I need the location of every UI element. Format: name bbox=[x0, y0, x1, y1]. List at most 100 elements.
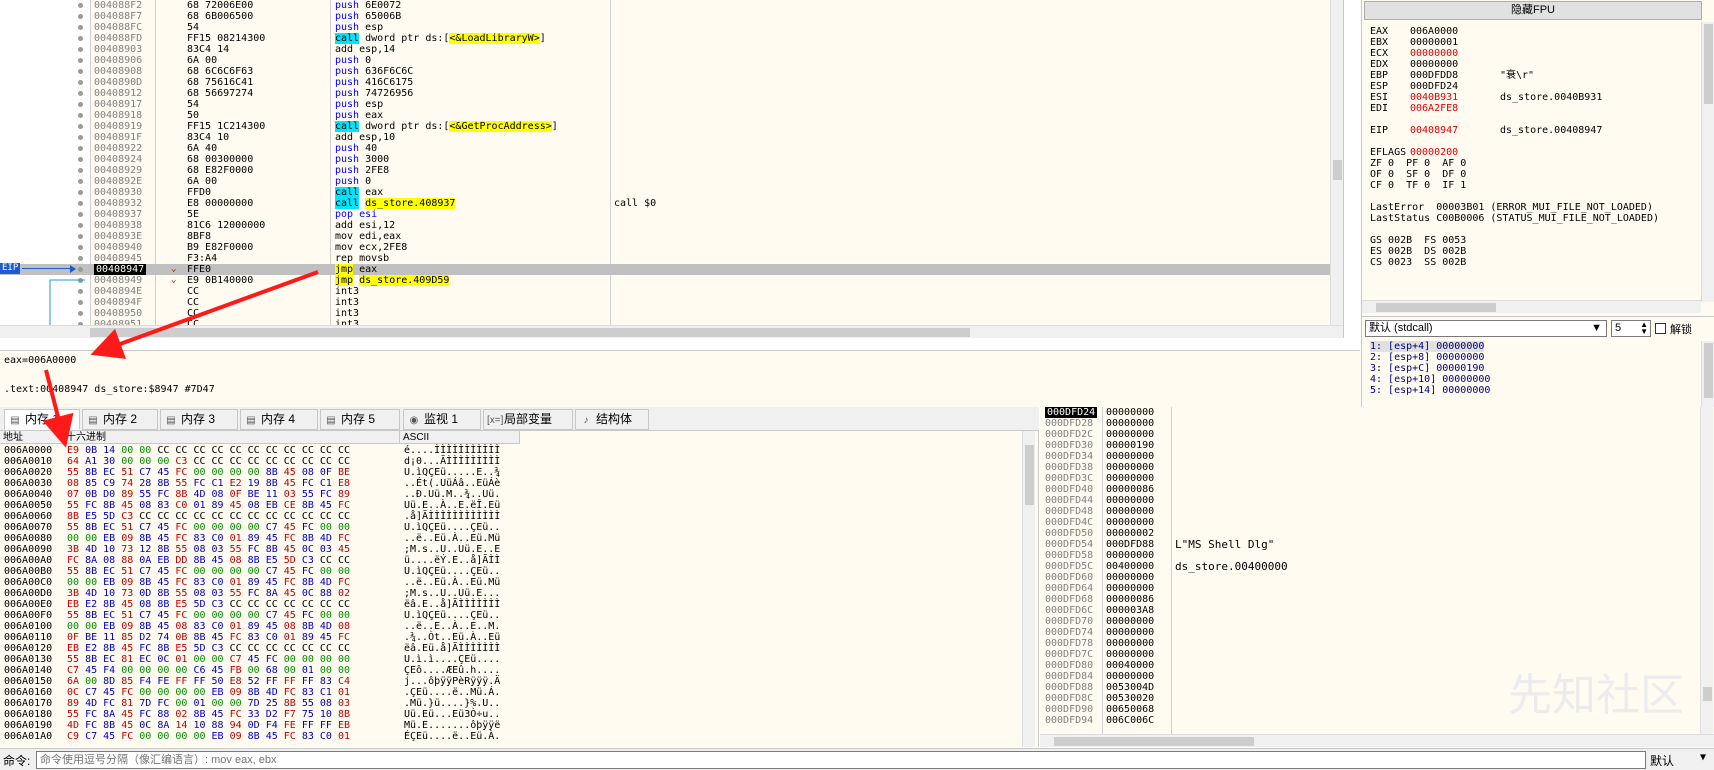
tab-内存-1[interactable]: ▤ 内存 1 bbox=[4, 409, 80, 430]
argument-row[interactable]: 3: [esp+C] 00000190 bbox=[1370, 363, 1484, 374]
disasm-line[interactable]: 0040892E 6A 00 push 0 bbox=[0, 176, 1343, 187]
chevron-down-icon[interactable]: ▼ bbox=[1700, 752, 1706, 763]
breakpoint-dot[interactable] bbox=[78, 234, 83, 239]
disasm-line[interactable]: 00408908 68 6C6C6F63 push 636F6C6C bbox=[0, 66, 1343, 77]
breakpoint-dot[interactable] bbox=[78, 80, 83, 85]
disassembly-view[interactable]: 004088F2 68 72006E00 push 6E0072 004088F7 68… bbox=[0, 0, 1344, 338]
col-header-hex[interactable]: 十六进制 bbox=[63, 431, 400, 444]
breakpoint-dot[interactable] bbox=[78, 25, 83, 30]
dump-vscrollbar[interactable] bbox=[1022, 431, 1035, 747]
stack-vscrollbar[interactable] bbox=[1700, 407, 1713, 734]
stack-comment: ds_store.00400000 bbox=[1175, 560, 1288, 573]
tab-内存-3[interactable]: ▤ 内存 3 bbox=[160, 409, 238, 430]
arg-count-spinner[interactable]: 5 ▲ ▼ bbox=[1611, 320, 1651, 337]
stack-address: 000DFD44 bbox=[1045, 495, 1094, 506]
disasm-line[interactable]: 00408947 ⌄ FFE0 jmp eax bbox=[0, 264, 1343, 275]
command-input[interactable] bbox=[36, 751, 1646, 769]
disasm-line[interactable]: 004088FD FF15 08214300 call dword ptr ds:[… bbox=[0, 33, 1343, 44]
command-mode-select[interactable]: 默认 bbox=[1650, 752, 1674, 769]
disasm-line[interactable]: 0040891F 83C4 10 add esp,10 bbox=[0, 132, 1343, 143]
breakpoint-dot[interactable] bbox=[78, 135, 83, 140]
disasm-instruction: push 2FE8 bbox=[335, 165, 390, 176]
regs-hscrollbar[interactable] bbox=[1362, 300, 1701, 313]
tab-内存-5[interactable]: ▤ 内存 5 bbox=[320, 409, 400, 430]
breakpoint-dot[interactable] bbox=[78, 113, 83, 118]
breakpoint-dot[interactable] bbox=[78, 102, 83, 107]
disasm-line[interactable]: 00408940 B9 E82F0000 mov ecx,2FE8 bbox=[0, 242, 1343, 253]
stack-view[interactable]: 000DFD24 00000000 000DFD28 00000000 000DFD2C… bbox=[1040, 407, 1714, 747]
disasm-line[interactable]: 00408929 68 E82F0000 push 2FE8 bbox=[0, 165, 1343, 176]
argument-row[interactable]: 4: [esp+10] 00000000 bbox=[1370, 374, 1490, 385]
disasm-line[interactable]: 0040890D 68 75616C41 push 416C6175 bbox=[0, 77, 1343, 88]
breakpoint-dot[interactable] bbox=[78, 91, 83, 96]
col-header-ascii[interactable]: ASCII bbox=[400, 431, 520, 444]
registers-panel[interactable]: 隐藏FPU EAX 006A0000 EBX 00000001 ECX 00000000 E… bbox=[1361, 0, 1714, 316]
disasm-bytes: 81C6 12000000 bbox=[187, 220, 266, 231]
breakpoint-dot[interactable] bbox=[78, 47, 83, 52]
breakpoint-dot[interactable] bbox=[78, 58, 83, 63]
breakpoint-dot[interactable] bbox=[78, 245, 83, 250]
breakpoint-dot[interactable] bbox=[78, 212, 83, 217]
disasm-bytes: 83C4 14 bbox=[187, 44, 230, 55]
breakpoint-dot[interactable] bbox=[78, 3, 83, 8]
tab-监视-1[interactable]: ◉ 监视 1 bbox=[403, 409, 481, 430]
col-header-address[interactable]: 地址 bbox=[0, 431, 63, 444]
disasm-line[interactable]: 004088F7 68 6B006500 push 65006B bbox=[0, 11, 1343, 22]
breakpoint-dot[interactable] bbox=[78, 201, 83, 206]
tab-局部变量[interactable]: [x=]局部变量 bbox=[483, 409, 573, 430]
breakpoint-dot[interactable] bbox=[78, 267, 83, 272]
flags-row[interactable]: CF 0 TF 0 IF 1 bbox=[1370, 180, 1466, 192]
disasm-line[interactable]: 00408919 FF15 1C214300 call dword ptr ds:[… bbox=[0, 121, 1343, 132]
last-error-row: LastStatus C00B0006 (STATUS_MUI_FILE_NOT… bbox=[1370, 213, 1659, 224]
disasm-line[interactable]: 00408949 ⌄ E9 0B140000 jmp ds_store.409D59 bbox=[0, 275, 1343, 286]
calling-convention-value: 默认 (stdcall) bbox=[1369, 322, 1433, 334]
tab-icon: ▤ bbox=[246, 415, 256, 426]
breakpoint-dot[interactable] bbox=[78, 69, 83, 74]
stack-hscrollbar[interactable] bbox=[1040, 734, 1714, 747]
disasm-vscrollbar[interactable] bbox=[1330, 0, 1343, 325]
breakpoint-dot[interactable] bbox=[78, 36, 83, 41]
breakpoint-dot[interactable] bbox=[78, 256, 83, 261]
stack-address: 000DFD60 bbox=[1045, 572, 1094, 583]
disasm-line[interactable]: 00408918 50 push eax bbox=[0, 110, 1343, 121]
hide-fpu-button[interactable]: 隐藏FPU bbox=[1364, 1, 1702, 20]
disasm-line[interactable]: 00408906 6A 00 push 0 bbox=[0, 55, 1343, 66]
disasm-line[interactable]: 00408930 FFD0 call eax bbox=[0, 187, 1343, 198]
breakpoint-dot[interactable] bbox=[78, 146, 83, 151]
argument-row[interactable]: 1: [esp+4] 00000000 bbox=[1370, 341, 1485, 352]
disasm-line[interactable]: 00408937 5E pop esi bbox=[0, 209, 1343, 220]
calling-convention-select[interactable]: 默认 (stdcall) ▼ bbox=[1365, 320, 1607, 337]
argument-row[interactable]: 2: [esp+8] 00000000 bbox=[1370, 352, 1484, 363]
args-vscrollbar[interactable] bbox=[1701, 341, 1714, 407]
tab-内存-4[interactable]: ▤ 内存 4 bbox=[240, 409, 318, 430]
breakpoint-dot[interactable] bbox=[78, 157, 83, 162]
disasm-line[interactable]: 0040893E 8BF8 mov edi,eax bbox=[0, 231, 1343, 242]
disasm-line[interactable]: 004088FC 54 push esp bbox=[0, 22, 1343, 33]
disasm-line[interactable]: 00408922 6A 40 push 40 bbox=[0, 143, 1343, 154]
disasm-line[interactable]: 00408938 81C6 12000000 add esi,12 bbox=[0, 220, 1343, 231]
disasm-line[interactable]: 00408924 68 00300000 push 3000 bbox=[0, 154, 1343, 165]
regs-vscrollbar[interactable] bbox=[1701, 22, 1714, 302]
breakpoint-dot[interactable] bbox=[78, 223, 83, 228]
breakpoint-dot[interactable] bbox=[78, 124, 83, 129]
argument-row[interactable]: 5: [esp+14] 00000000 bbox=[1370, 385, 1490, 396]
tab-结构体[interactable]: ♪ 结构体 bbox=[575, 409, 649, 430]
disasm-line[interactable]: 004088F2 68 72006E00 push 6E0072 bbox=[0, 0, 1343, 11]
disasm-line[interactable]: 00408932 E8 00000000 call ds_store.408937 c… bbox=[0, 198, 1343, 209]
tab-内存-2[interactable]: ▤ 内存 2 bbox=[82, 409, 158, 430]
breakpoint-dot[interactable] bbox=[78, 168, 83, 173]
disasm-line[interactable]: 00408945 F3:A4 rep movsb bbox=[0, 253, 1343, 264]
dump-ascii: Uü.E..À..E.ëÎ.Eü bbox=[404, 500, 501, 511]
unlock-checkbox[interactable] bbox=[1655, 323, 1666, 334]
disasm-line[interactable]: 0040894E CC int3 bbox=[0, 286, 1343, 297]
disasm-line[interactable]: 00408903 83C4 14 add esp,14 bbox=[0, 44, 1343, 55]
disasm-line[interactable]: 00408912 68 56697274 push 74726956 bbox=[0, 88, 1343, 99]
memory-dump-view[interactable]: 地址 十六进制 ASCII 006A0000 E9 0B 14 00 00 CC … bbox=[0, 431, 1039, 747]
disasm-line[interactable]: 00408950 CC int3 bbox=[0, 308, 1343, 319]
breakpoint-dot[interactable] bbox=[78, 14, 83, 19]
breakpoint-dot[interactable] bbox=[78, 179, 83, 184]
disasm-line[interactable]: 0040894F CC int3 bbox=[0, 297, 1343, 308]
disasm-hscrollbar[interactable] bbox=[0, 325, 1343, 338]
disasm-line[interactable]: 00408917 54 push esp bbox=[0, 99, 1343, 110]
breakpoint-dot[interactable] bbox=[78, 190, 83, 195]
